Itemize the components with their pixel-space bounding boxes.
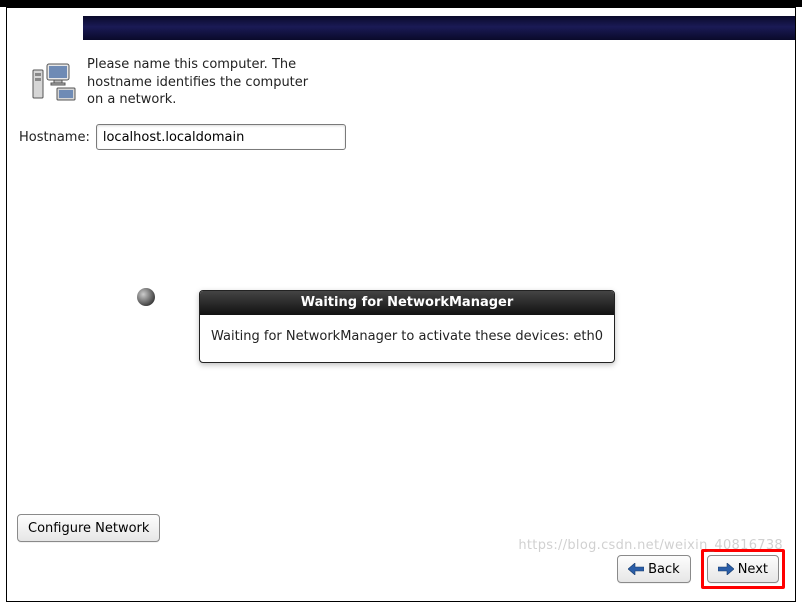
dialog-title: Waiting for NetworkManager (200, 291, 614, 315)
hostname-row: Hostname: (19, 124, 346, 150)
configure-network-button[interactable]: Configure Network (17, 514, 160, 542)
back-button[interactable]: Back (617, 555, 691, 583)
arrow-left-icon (628, 563, 644, 575)
configure-network-label: Configure Network (28, 521, 149, 536)
arrow-right-icon (718, 563, 734, 575)
hostname-input[interactable] (96, 124, 346, 150)
header-banner (83, 16, 795, 40)
installer-page: Please name this computer. The hostname … (6, 7, 796, 602)
intro-text: Please name this computer. The hostname … (87, 56, 317, 109)
nav-buttons: Back Next (617, 549, 785, 589)
next-button[interactable]: Next (707, 555, 779, 583)
network-wait-dialog: Waiting for NetworkManager Waiting for N… (199, 290, 615, 363)
spinner-icon (137, 288, 155, 306)
hostname-label: Hostname: (19, 130, 90, 145)
next-button-highlight: Next (701, 549, 785, 589)
intro-row: Please name this computer. The hostname … (29, 56, 771, 109)
dialog-message: Waiting for NetworkManager to activate t… (200, 315, 614, 362)
next-label: Next (738, 562, 768, 577)
computer-network-icon (29, 56, 79, 106)
back-label: Back (648, 562, 680, 577)
